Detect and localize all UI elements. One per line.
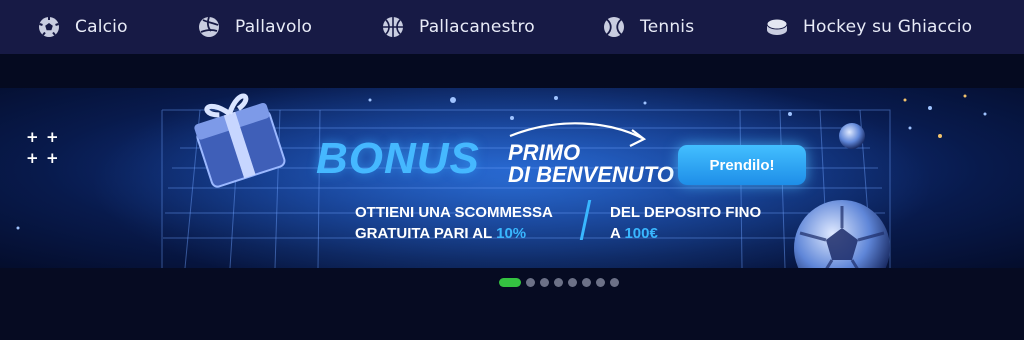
- claim-bonus-button[interactable]: Prendilo!: [678, 145, 806, 185]
- decor-plus: +: [26, 149, 39, 167]
- promo-right-line2-prefix: A: [610, 225, 625, 242]
- hockey-puck-icon: [766, 16, 788, 38]
- promo-subheadline-line2: DI BENVENUTO: [508, 162, 674, 187]
- nav-item-hockey[interactable]: Hockey su Ghiaccio: [766, 0, 972, 54]
- decor-plus: +: [26, 128, 39, 146]
- promo-left-line1: OTTIENI UNA SCOMMESSA: [355, 204, 553, 221]
- carousel-dot[interactable]: [596, 278, 605, 287]
- promo-left-line2-prefix: GRATUITA PARI AL: [355, 225, 497, 242]
- carousel-dot[interactable]: [540, 278, 549, 287]
- promo-right-highlight: 100€: [624, 225, 658, 242]
- nav-label-calcio: Calcio: [75, 17, 128, 37]
- soccer-ball-icon: [38, 16, 60, 38]
- promo-right-line2: A 100€: [610, 223, 761, 244]
- carousel-dot[interactable]: [526, 278, 535, 287]
- promo-right-text: DEL DEPOSITO FINO A 100€: [610, 202, 761, 244]
- carousel-pagination: [0, 278, 1024, 288]
- promo-left-highlight: 10%: [496, 225, 527, 242]
- basketball-icon: [382, 16, 404, 38]
- sports-nav-bar: Calcio Pallavolo Pallacanestro Tennis Ho…: [0, 0, 1024, 54]
- nav-item-tennis[interactable]: Tennis: [603, 0, 694, 54]
- carousel-dot[interactable]: [582, 278, 591, 287]
- nav-label-pallavolo: Pallavolo: [235, 17, 313, 37]
- promo-left-line2: GRATUITA PARI AL 10%: [355, 223, 553, 244]
- nav-item-pallacanestro[interactable]: Pallacanestro: [382, 0, 535, 54]
- promo-headline: BONUS: [316, 134, 480, 183]
- carousel-dot[interactable]: [554, 278, 563, 287]
- promo-right-line1: DEL DEPOSITO FINO: [610, 204, 762, 221]
- decor-plus: +: [46, 149, 59, 167]
- volleyball-icon: [198, 16, 220, 38]
- nav-label-hockey: Hockey su Ghiaccio: [803, 17, 973, 37]
- decor-plus: +: [46, 128, 59, 146]
- carousel-dot[interactable]: [568, 278, 577, 287]
- nav-label-pallacanestro: Pallacanestro: [419, 17, 535, 37]
- tennis-ball-icon: [603, 16, 625, 38]
- promo-banner[interactable]: + + + + BONUS PRIMO DI BENVENUTO Prendil…: [0, 88, 1024, 268]
- promo-left-text: OTTIENI UNA SCOMMESSA GRATUITA PARI AL 1…: [355, 202, 553, 244]
- nav-item-pallavolo[interactable]: Pallavolo: [198, 0, 312, 54]
- carousel-dot[interactable]: [610, 278, 619, 287]
- nav-label-tennis: Tennis: [640, 17, 695, 37]
- nav-item-calcio[interactable]: Calcio: [38, 0, 128, 54]
- carousel-dot[interactable]: [499, 278, 521, 287]
- spacer: [0, 54, 1024, 88]
